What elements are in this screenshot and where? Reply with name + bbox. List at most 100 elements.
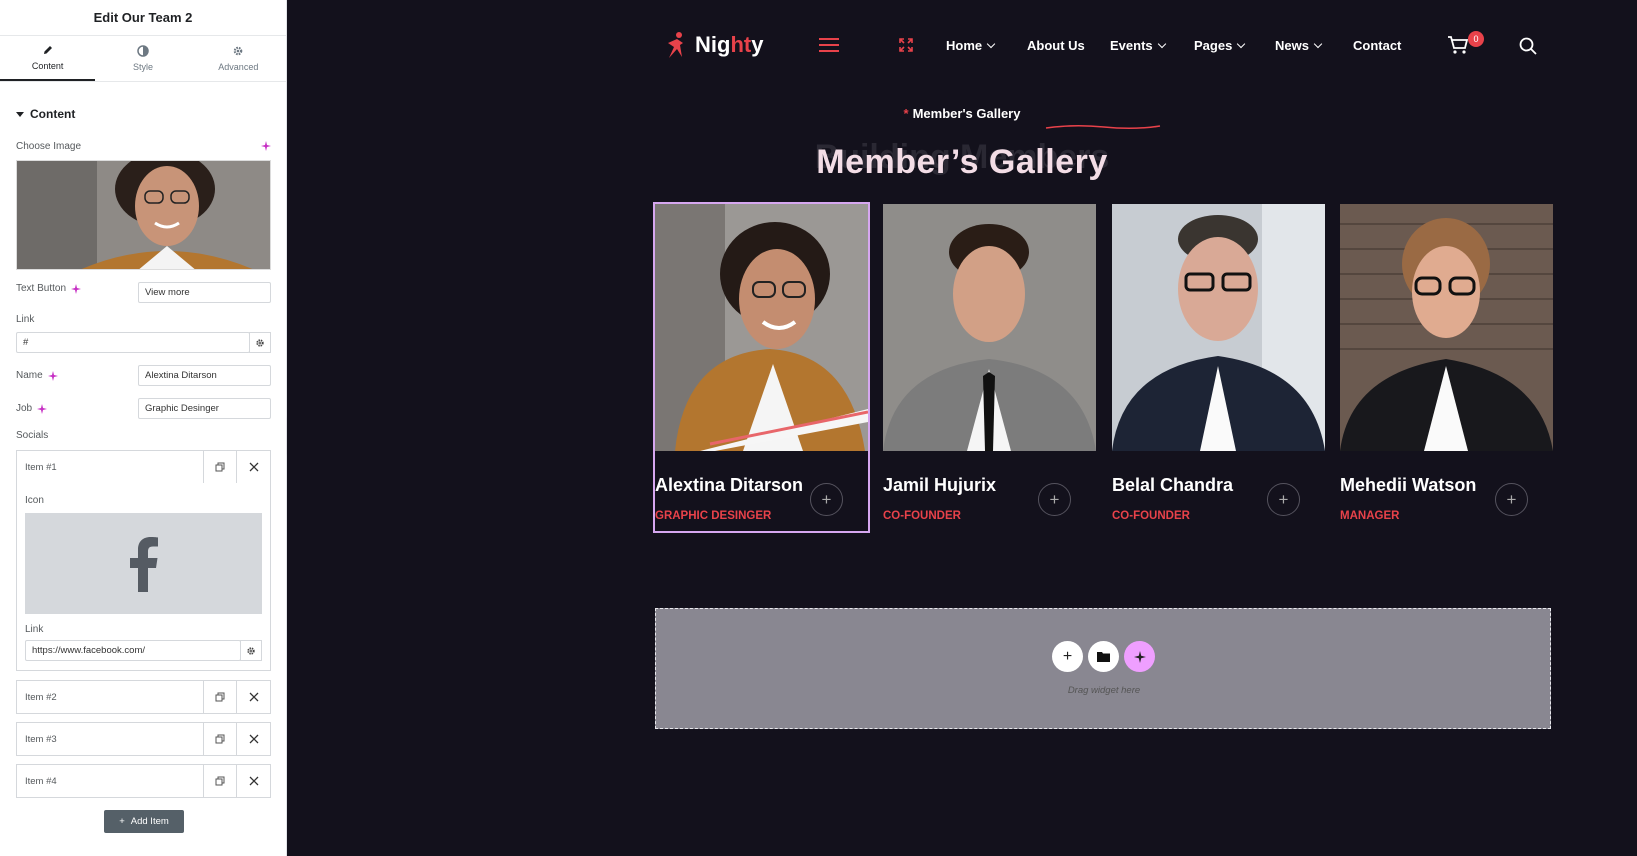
choose-image-text: Choose Image: [16, 141, 82, 152]
plus-icon: +: [119, 816, 125, 827]
ai-sparkle-icon[interactable]: [261, 141, 271, 154]
fullscreen-icon[interactable]: [899, 38, 913, 57]
link-input[interactable]: #: [16, 332, 250, 353]
social-link-input[interactable]: https://www.facebook.com/: [25, 640, 241, 661]
close-icon[interactable]: [237, 723, 270, 755]
job-label-text: Job: [16, 403, 33, 414]
team-card-3[interactable]: Belal Chandra Co-Founder +: [1112, 204, 1325, 531]
social-item-title[interactable]: Item #2: [17, 681, 204, 713]
hamburger-menu-icon[interactable]: [819, 38, 839, 56]
nav-events[interactable]: Events: [1110, 38, 1166, 53]
site-logo[interactable]: Nig ht y: [665, 31, 763, 59]
editor-panel: Edit Our Team 2 Content Style Advanced C…: [0, 0, 287, 856]
subtitle-underline: [1045, 124, 1161, 130]
social-item-title[interactable]: Item #1: [17, 451, 204, 483]
member-name: Mehedii Watson: [1340, 475, 1477, 495]
duplicate-icon[interactable]: [204, 451, 237, 483]
nav-news-label: News: [1275, 38, 1309, 53]
ai-button[interactable]: [1124, 641, 1155, 672]
team-card-2[interactable]: Jamil Hujurix Co-Founder +: [883, 204, 1096, 531]
plus-icon[interactable]: +: [810, 483, 843, 516]
tab-content[interactable]: Content: [0, 36, 96, 81]
duplicate-icon[interactable]: [204, 723, 237, 755]
member-name: Alextina Ditarson: [655, 475, 804, 495]
nav-about[interactable]: About Us: [1027, 38, 1085, 53]
cart-icon[interactable]: [1447, 35, 1469, 60]
social-item-3[interactable]: Item #3: [16, 722, 271, 756]
gear-icon: [234, 46, 243, 56]
nav-contact[interactable]: Contact: [1353, 38, 1401, 53]
section-content-toggle[interactable]: Content: [16, 107, 75, 121]
duplicate-icon[interactable]: [204, 765, 237, 797]
facebook-icon: [129, 536, 158, 592]
nav-pages[interactable]: Pages: [1194, 38, 1246, 53]
section-subtitle-text: Member's Gallery: [912, 106, 1021, 121]
plus-icon[interactable]: +: [1038, 483, 1071, 516]
add-item-label: Add Item: [130, 816, 169, 827]
page-preview: Nig ht y Home About Us Events Pages News C…: [287, 0, 1637, 856]
logo-pre: Nig: [695, 32, 731, 57]
icon-label: Icon: [25, 495, 44, 506]
member-photo: [1112, 204, 1325, 451]
image-preview[interactable]: [16, 160, 271, 270]
close-icon[interactable]: [237, 681, 270, 713]
plus-icon[interactable]: +: [1495, 483, 1528, 516]
ai-sparkle-icon[interactable]: [37, 403, 48, 414]
social-item-2[interactable]: Item #2: [16, 680, 271, 714]
text-button-input[interactable]: View more: [138, 282, 271, 303]
pencil-icon: [43, 46, 52, 54]
folder-icon: [1097, 652, 1110, 662]
close-icon[interactable]: [237, 451, 270, 483]
member-name: Jamil Hujurix: [883, 475, 997, 495]
member-name: Belal Chandra: [1112, 475, 1234, 495]
team-card-1[interactable]: Alextina Ditarson Graphic Desinger +: [653, 202, 870, 533]
ai-sparkle-icon[interactable]: [71, 283, 82, 294]
job-input[interactable]: Graphic Desinger: [138, 398, 271, 419]
nav-contact-label: Contact: [1353, 38, 1402, 53]
tab-advanced[interactable]: Advanced: [191, 36, 286, 81]
social-item-1[interactable]: Item #1: [16, 450, 271, 484]
social-item-4[interactable]: Item #4: [16, 764, 271, 798]
duplicate-icon[interactable]: [204, 681, 237, 713]
tab-style[interactable]: Style: [95, 36, 190, 81]
member-job: Manager: [1340, 510, 1400, 522]
half-circle-icon: [137, 45, 149, 57]
name-input[interactable]: Alextina Ditarson: [138, 365, 271, 386]
dancer-logo-icon: [668, 32, 683, 58]
tab-content-label: Content: [31, 61, 64, 71]
social-link-label: Link: [25, 624, 44, 635]
member-photo: [883, 204, 1096, 451]
drop-zone[interactable]: + Drag widget here: [655, 608, 1551, 729]
tab-advanced-label: Advanced: [218, 62, 259, 72]
member-photo: [1340, 204, 1553, 451]
social-item-title[interactable]: Item #4: [17, 765, 204, 797]
nav-home-label: Home: [946, 38, 983, 53]
link-options-button[interactable]: [249, 332, 271, 353]
team-card-4[interactable]: Mehedii Watson Manager +: [1340, 204, 1553, 531]
template-library-button[interactable]: [1088, 641, 1119, 672]
add-item-button[interactable]: + Add Item: [104, 810, 184, 833]
plus-icon: +: [1062, 647, 1073, 665]
panel-tabs: Content Style Advanced: [0, 36, 286, 82]
ai-sparkle-icon[interactable]: [47, 370, 58, 381]
section-title: Content: [30, 107, 76, 121]
plus-icon[interactable]: +: [1267, 483, 1300, 516]
member-job: Co-Founder: [1112, 510, 1190, 522]
nav-home[interactable]: Home: [946, 38, 996, 53]
panel-title: Edit Our Team 2: [0, 0, 286, 36]
social-item-title[interactable]: Item #3: [17, 723, 204, 755]
member-job: Graphic Desinger: [655, 510, 772, 522]
add-widget-button[interactable]: +: [1052, 641, 1083, 672]
social-link-options-button[interactable]: [240, 640, 262, 661]
job-label: Job: [16, 403, 48, 414]
tab-style-label: Style: [132, 62, 153, 72]
section-subtitle: * Member's Gallery: [903, 106, 1021, 121]
icon-picker[interactable]: [25, 513, 262, 614]
gear-icon: [256, 338, 264, 347]
name-label: Name: [16, 370, 58, 381]
close-icon[interactable]: [237, 765, 270, 797]
nav-about-label: About Us: [1027, 38, 1085, 53]
search-icon[interactable]: [1519, 37, 1537, 60]
gear-icon: [247, 646, 255, 655]
nav-news[interactable]: News: [1275, 38, 1323, 53]
